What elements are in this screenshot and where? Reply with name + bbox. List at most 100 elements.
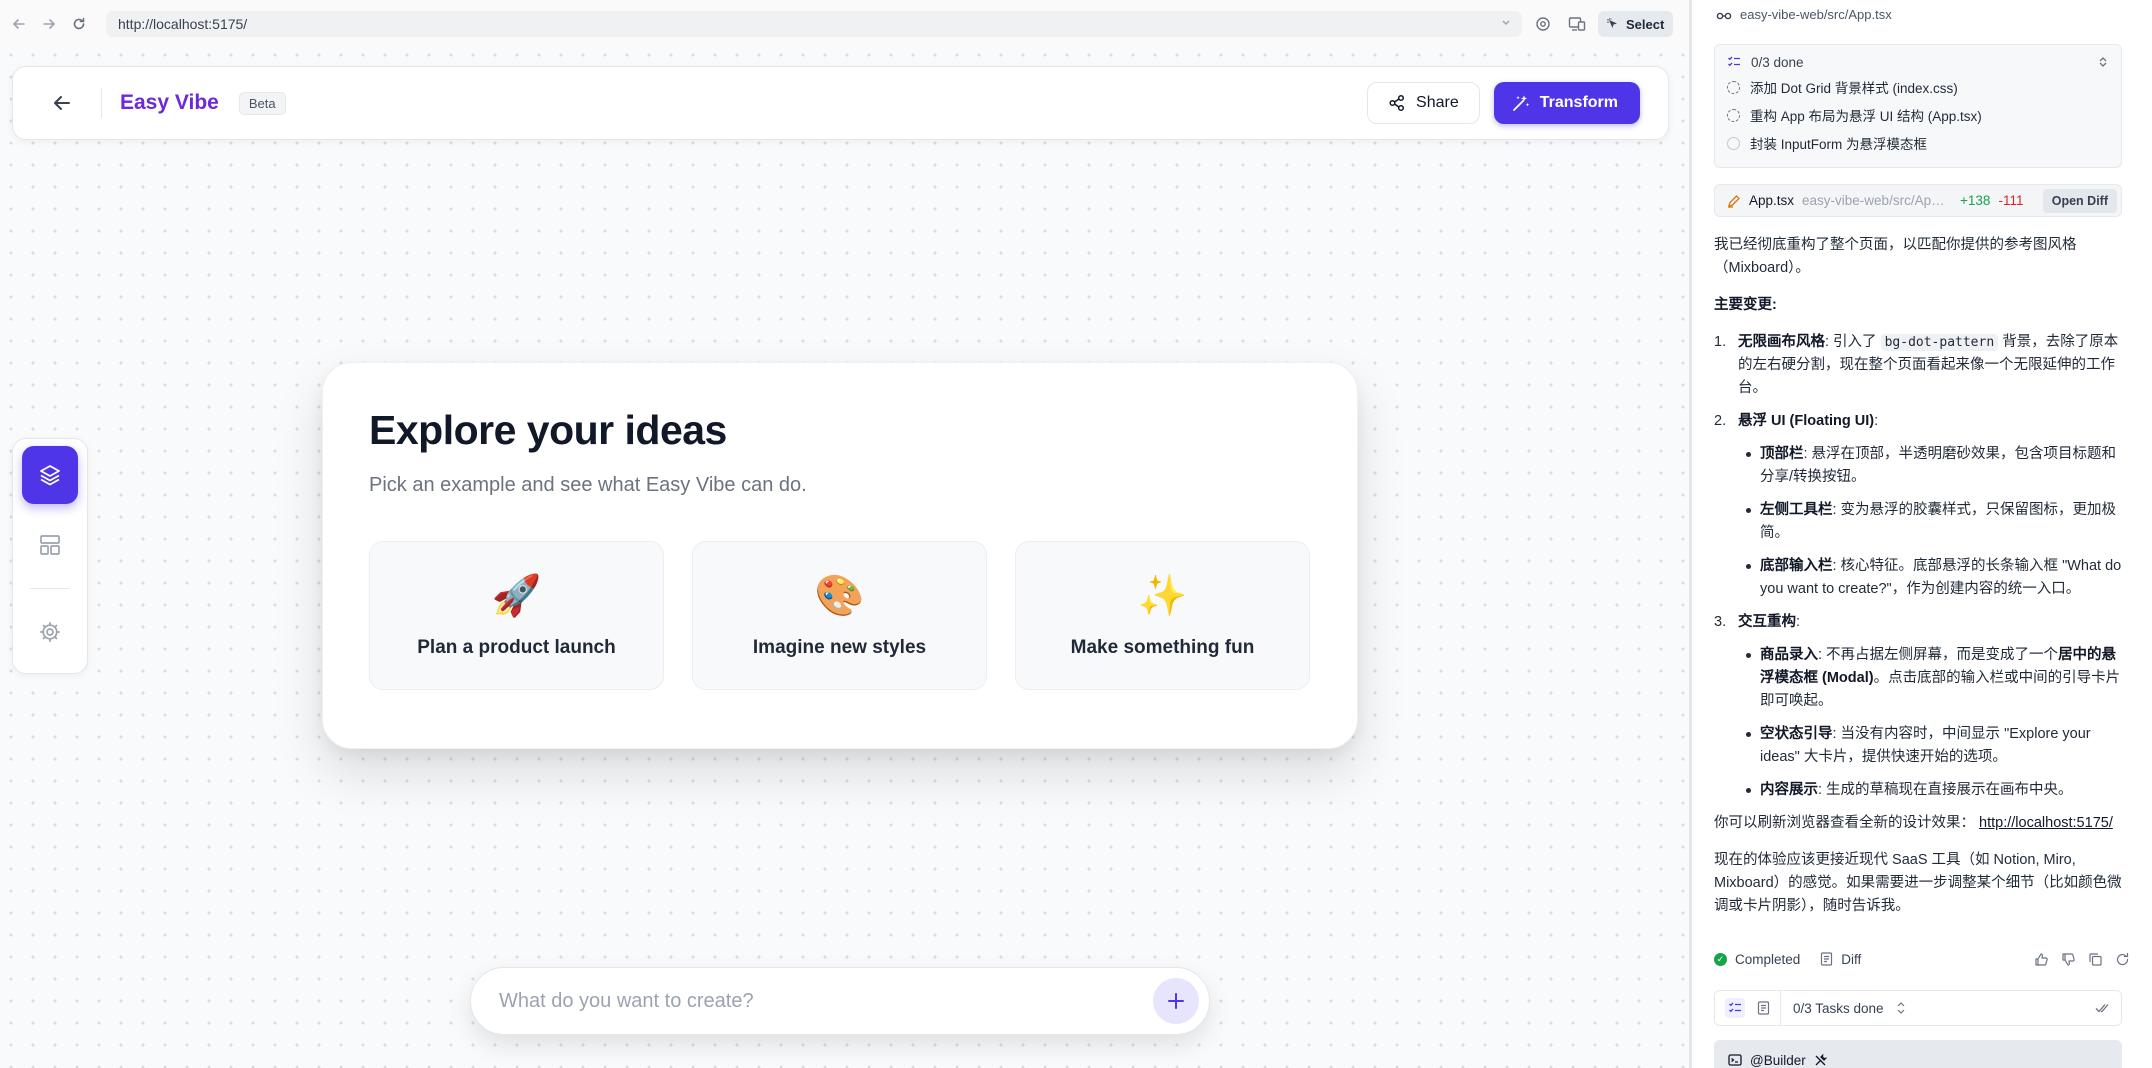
- header-divider: [101, 88, 102, 118]
- prompt-input[interactable]: [499, 989, 1153, 1013]
- sub-title: 左侧工具栏: [1760, 502, 1833, 518]
- sub-title: 商品录入: [1760, 647, 1818, 663]
- example-list: 🚀 Plan a product launch 🎨 Imagine new st…: [369, 541, 1311, 690]
- example-card-new-styles[interactable]: 🎨 Imagine new styles: [692, 541, 987, 690]
- sub-title: 底部输入栏: [1760, 558, 1833, 574]
- devices-icon[interactable]: [1564, 11, 1590, 37]
- tasks-summary[interactable]: 0/3 Tasks done: [1793, 1001, 1884, 1016]
- sub-item: 内容展示: 生成的草稿现在直接展示在画布中央。: [1738, 779, 2130, 802]
- example-label: Make something fun: [1070, 636, 1255, 658]
- diff-link[interactable]: Diff: [1841, 952, 1861, 967]
- select-label: Select: [1626, 16, 1665, 32]
- browser-toolbar: http://localhost:5175/ Select: [0, 0, 1689, 48]
- copy-icon[interactable]: [2088, 952, 2103, 967]
- share-label: Share: [1416, 94, 1459, 111]
- example-card-product-launch[interactable]: 🚀 Plan a product launch: [369, 541, 664, 690]
- sub-item: 顶部栏: 悬浮在顶部，半透明磨砂效果，包含项目标题和分享/转换按钮。: [1738, 443, 2130, 489]
- list-number: 3.: [1714, 614, 1727, 630]
- browser-reload-icon[interactable]: [68, 13, 90, 35]
- closing-text: 现在的体验应该更接近现代 SaaS 工具（如 Notion, Miro, Mix…: [1714, 852, 2122, 914]
- edit-pencil-icon: [1727, 194, 1741, 208]
- change-title: 悬浮 UI (Floating UI): [1738, 413, 1875, 429]
- sparkles-icon: ✨: [1137, 573, 1188, 618]
- todo-item-label: 封装 InputForm 为悬浮模态框: [1750, 137, 1928, 152]
- explore-title: Explore your ideas: [369, 407, 727, 453]
- sub-item: 商品录入: 不再占据左侧屏幕，而是变成了一个居中的悬浮模态框 (Modal)。点…: [1738, 644, 2130, 713]
- check-circle-icon: ✓: [1714, 952, 1727, 966]
- thumbs-up-icon[interactable]: [2034, 952, 2049, 967]
- address-url: http://localhost:5175/: [118, 16, 248, 32]
- cursor-icon: [1607, 18, 1620, 31]
- pending-icon: [1727, 108, 1740, 122]
- task-list-icon[interactable]: [1725, 998, 1745, 1018]
- change-text: : 引入了: [1825, 334, 1881, 350]
- change-title: 无限画布风格: [1738, 334, 1825, 350]
- lines-removed: -111: [1998, 193, 2024, 208]
- sort-icon[interactable]: [1896, 1001, 1906, 1015]
- change-text: :: [1796, 614, 1801, 630]
- todo-item-label: 重构 App 布局为悬浮 UI 结构 (App.tsx): [1750, 109, 1982, 124]
- list-number: 1.: [1714, 334, 1727, 350]
- todo-item-label: 添加 Dot Grid 背景样式 (index.css): [1750, 81, 1958, 96]
- localhost-link[interactable]: http://localhost:5175/: [1979, 815, 2113, 831]
- magic-wand-icon: [1512, 94, 1530, 112]
- tools-icon: [1814, 1053, 1827, 1067]
- sub-item: 空状态引导: 当没有内容时，中间显示 "Explore your ideas" …: [1738, 723, 2130, 769]
- gear-icon: [39, 621, 61, 643]
- todo-summary: 0/3 done: [1751, 54, 1804, 70]
- example-label: Plan a product launch: [417, 636, 616, 658]
- sub-title: 顶部栏: [1760, 446, 1804, 462]
- sub-item: 左侧工具栏: 变为悬浮的胶囊样式，只保留图标，更加极简。: [1738, 499, 2130, 545]
- message-intro: 我已经彻底重构了整个页面，以匹配你提供的参考图风格（Mixboard）。: [1714, 237, 2077, 276]
- collapse-icon[interactable]: [2097, 56, 2109, 68]
- empty-circle-icon: [1727, 136, 1740, 150]
- document-icon[interactable]: [1757, 990, 1781, 1026]
- eye-icon[interactable]: [1530, 11, 1556, 37]
- address-bar[interactable]: http://localhost:5175/: [106, 11, 1522, 37]
- select-element-button[interactable]: Select: [1598, 11, 1674, 37]
- layers-icon: [38, 463, 62, 487]
- layout-tool-button[interactable]: [22, 516, 78, 574]
- transform-label: Transform: [1539, 94, 1618, 111]
- share-button[interactable]: Share: [1367, 82, 1480, 124]
- transform-button[interactable]: Transform: [1493, 82, 1640, 124]
- open-diff-button[interactable]: Open Diff: [2042, 188, 2117, 213]
- sub-text: : 生成的草稿现在直接展示在画布中央。: [1818, 782, 2073, 798]
- retry-icon[interactable]: [2115, 952, 2130, 967]
- builder-label: @Builder: [1750, 1052, 1806, 1068]
- todo-item: 重构 App 布局为悬浮 UI 结构 (App.tsx): [1727, 101, 2109, 129]
- thumbs-down-icon[interactable]: [2061, 952, 2076, 967]
- layout-icon: [38, 533, 62, 557]
- diff-file-name: App.tsx: [1749, 193, 1795, 208]
- todo-item: 封装 InputForm 为悬浮模态框: [1727, 129, 2109, 157]
- explore-card: Explore your ideas Pick an example and s…: [322, 362, 1358, 749]
- change-item: 1. 无限画布风格: 引入了 bg-dot-pattern 背景，去除了原本的左…: [1714, 331, 2130, 400]
- rocket-icon: 🚀: [491, 573, 542, 618]
- list-number: 2.: [1714, 413, 1727, 429]
- browser-back-icon[interactable]: [8, 13, 30, 35]
- left-toolbar: [12, 438, 88, 674]
- add-button[interactable]: [1153, 978, 1199, 1024]
- change-item: 2. 悬浮 UI (Floating UI): 顶部栏: 悬浮在顶部，半透明磨砂…: [1714, 410, 2130, 601]
- glasses-icon: [1716, 9, 1732, 21]
- explore-subtitle: Pick an example and see what Easy Vibe c…: [369, 474, 807, 496]
- layers-tool-button[interactable]: [22, 446, 78, 504]
- change-text: :: [1874, 413, 1879, 429]
- chevron-down-icon[interactable]: [1500, 15, 1512, 31]
- prompt-bar: [470, 967, 1210, 1035]
- example-card-something-fun[interactable]: ✨ Make something fun: [1015, 541, 1310, 690]
- changes-list: 1. 无限画布风格: 引入了 bg-dot-pattern 背景，去除了原本的左…: [1714, 331, 2130, 802]
- inline-code: bg-dot-pattern: [1880, 334, 1999, 351]
- tasks-bar: 0/3 Tasks done: [1714, 990, 2122, 1026]
- app-canvas: http://localhost:5175/ Select Easy Vibe …: [0, 0, 1689, 1068]
- refresh-text: 你可以刷新浏览器查看全新的设计效果：: [1714, 815, 1975, 831]
- palette-icon: 🎨: [814, 573, 865, 618]
- browser-forward-icon[interactable]: [38, 13, 60, 35]
- todo-header[interactable]: 0/3 done: [1727, 51, 2109, 73]
- beta-badge: Beta: [238, 91, 286, 115]
- settings-tool-button[interactable]: [22, 603, 78, 661]
- back-arrow-icon[interactable]: [49, 90, 75, 116]
- double-check-icon[interactable]: [2095, 1002, 2111, 1014]
- file-path: easy-vibe-web/src/App.tsx: [1740, 7, 1892, 22]
- builder-mention-bar[interactable]: @Builder: [1714, 1040, 2122, 1068]
